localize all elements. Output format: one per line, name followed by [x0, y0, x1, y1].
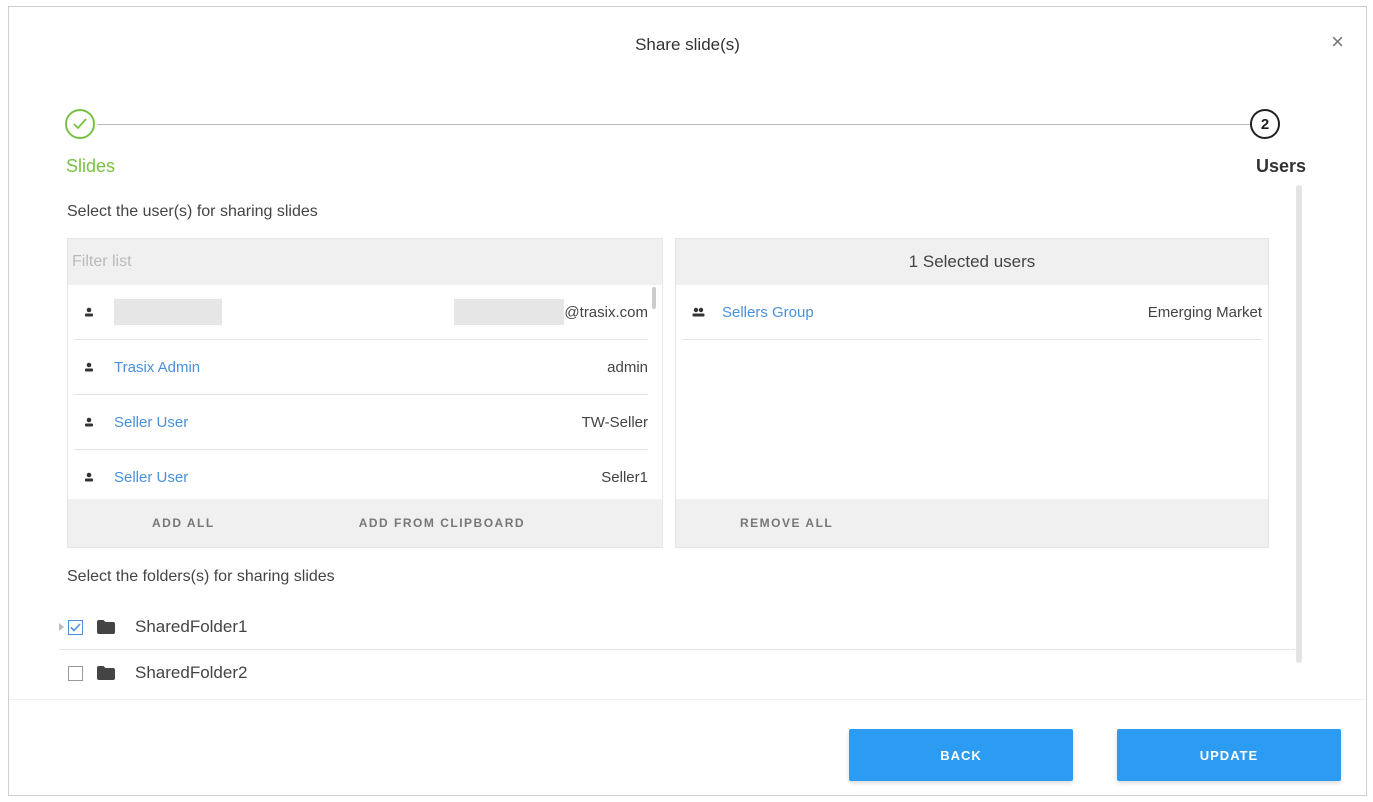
dialog-scrollbar[interactable]: [1296, 185, 1302, 663]
user-login: Seller1: [601, 468, 648, 486]
user-row[interactable]: Trasix Admin admin: [74, 340, 648, 395]
users-section-label: Select the user(s) for sharing slides: [67, 203, 318, 220]
folders-section-label: Select the folders(s) for sharing slides: [67, 568, 335, 585]
user-icon: [84, 472, 98, 482]
checkmark-icon: [73, 118, 87, 130]
user-icon: [84, 307, 98, 317]
user-row[interactable]: Seller User TW-Seller: [74, 395, 648, 450]
selected-user-row[interactable]: Sellers Group Emerging Market: [682, 285, 1262, 340]
redacted-user-name: [114, 299, 222, 325]
folder-name: SharedFolder1: [135, 617, 248, 636]
selected-users-panel: 1 Selected users Sellers Group Emerging …: [675, 238, 1269, 548]
step-slides-label: Slides: [66, 156, 116, 176]
user-login: admin: [607, 358, 648, 376]
folder-checkbox[interactable]: [68, 665, 83, 681]
share-slides-dialog: Share slide(s) × 2 Slides Users Select t…: [8, 6, 1367, 796]
step-slides-complete-icon[interactable]: [65, 109, 95, 139]
footer-divider: [9, 699, 1366, 700]
folder-name: SharedFolder2: [135, 663, 248, 682]
redacted-email-prefix: [454, 299, 565, 325]
close-icon[interactable]: ×: [1331, 31, 1344, 53]
add-from-clipboard-button[interactable]: ADD FROM CLIPBOARD: [353, 515, 531, 531]
user-name[interactable]: Seller User: [114, 469, 188, 486]
available-users-list: @trasix.com Trasix Admin admin Seller Us…: [68, 285, 662, 495]
folder-row[interactable]: SharedFolder2: [59, 651, 1295, 695]
selected-users-footer: REMOVE ALL: [676, 499, 1268, 547]
list-scrollbar[interactable]: [652, 287, 656, 309]
folder-checkbox[interactable]: [68, 619, 83, 635]
expand-caret-icon[interactable]: [59, 623, 64, 631]
step-users-label: Users: [1255, 156, 1306, 176]
selected-users-list: Sellers Group Emerging Market: [676, 285, 1268, 495]
stepper-line: [97, 124, 1258, 125]
user-name[interactable]: Seller User: [114, 414, 188, 431]
group-icon: [692, 307, 706, 317]
available-users-panel: @trasix.com Trasix Admin admin Seller Us…: [67, 238, 663, 548]
user-login: @trasix.com: [454, 299, 648, 325]
user-icon: [84, 417, 98, 427]
user-name[interactable]: Trasix Admin: [114, 359, 200, 376]
user-row[interactable]: Seller User Seller1: [74, 450, 648, 495]
update-button[interactable]: UPDATE: [1117, 729, 1341, 781]
filter-input[interactable]: [68, 239, 662, 285]
selected-users-header: 1 Selected users: [676, 239, 1268, 285]
available-users-footer: ADD ALL ADD FROM CLIPBOARD: [68, 499, 662, 547]
add-all-button[interactable]: ADD ALL: [146, 515, 221, 531]
remove-all-button[interactable]: REMOVE ALL: [734, 515, 839, 531]
selected-group-label: Emerging Market: [1147, 303, 1262, 321]
user-email-domain: @trasix.com: [564, 303, 648, 321]
folder-icon: [97, 620, 115, 634]
user-icon: [84, 362, 98, 372]
selected-group-name[interactable]: Sellers Group: [722, 304, 814, 321]
back-button[interactable]: BACK: [849, 729, 1073, 781]
user-login: TW-Seller: [581, 413, 648, 431]
checkmark-icon: [70, 622, 81, 632]
user-row[interactable]: @trasix.com: [74, 285, 648, 340]
folder-row[interactable]: SharedFolder1: [59, 605, 1295, 650]
dialog-title: Share slide(s): [635, 35, 740, 54]
step-users-number[interactable]: 2: [1250, 109, 1280, 139]
folder-icon: [97, 666, 115, 680]
